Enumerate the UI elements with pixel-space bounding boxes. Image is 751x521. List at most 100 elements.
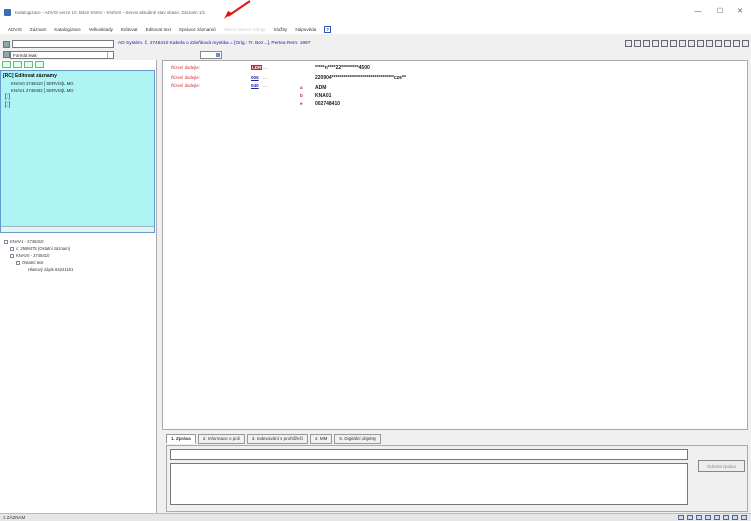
tab-indexovani[interactable]: 3. Indexování v prohlížeči [246,434,308,444]
record-title: AD Systém. č. 2748410 Kabela o Zdeňková … [118,41,311,46]
field-name: Řízení dodejte: [171,83,200,88]
status-icon[interactable] [723,515,729,520]
format-select-label: Formát leak [13,53,37,58]
maximize-button[interactable]: ☐ [710,7,730,17]
menu-hlavni-zdroje[interactable]: Hlavní datové zdroje [224,27,266,32]
menu-spravce-zaznamu[interactable]: Správce záznamů [179,27,216,32]
left-tab-2[interactable] [13,61,22,68]
tab-zprava[interactable]: 1. Zpráva [166,434,196,444]
tab-mm[interactable]: 4. MM [309,434,333,444]
status-icon[interactable] [741,515,747,520]
field-value[interactable]: *****n****22*********4500 [315,65,370,71]
tree-node[interactable]: Hlasový zápis 64241161 [28,267,73,272]
message-body-field[interactable] [170,463,688,505]
marc-editor[interactable]: Řízení dodejte: LDR .... *****n****22***… [162,60,748,430]
edited-record-item[interactable]: KNAV0 2748410 [ SERVIS]L MO [11,81,74,86]
chevron-down-icon [107,52,113,58]
menu-zaznam[interactable]: Záznam [30,27,47,32]
menu-velkosklady[interactable]: Velkosklady [89,27,113,32]
menu-editovat[interactable]: Editovat [121,27,138,32]
minimize-button[interactable]: — [688,7,708,17]
left-tab-4[interactable] [35,61,44,68]
menu-editovat-text[interactable]: Editovat text [146,27,171,32]
document-icon [10,246,14,251]
close-button[interactable]: ✕ [730,7,750,17]
tool-icon-3[interactable] [643,40,650,47]
edited-records-list: [RC] Editovat záznamy KNAV0 2748410 [ SE… [0,70,155,233]
tree-node[interactable]: KNAV1 - 2748410 [4,239,43,244]
tool-icon-11[interactable] [715,40,722,47]
subfield-value[interactable]: 002748410 [315,101,340,107]
message-panel: Odeslat zprávu [166,445,748,512]
tool-icon-4[interactable] [652,40,659,47]
tool-icon-5[interactable] [661,40,668,47]
tool-icon-1[interactable] [625,40,632,47]
tool-icon-12[interactable] [724,40,731,47]
field-name: Řízení dodejte: [171,75,200,80]
status-text: 1 ZÁZNAM [3,515,26,520]
field-indicators: .... [263,83,269,88]
search-combo[interactable] [12,40,114,48]
right-toolbar [625,40,749,47]
tool-icon-10[interactable] [706,40,713,47]
left-tab-3[interactable] [24,61,33,68]
horizontal-scrollbar[interactable] [1,226,154,232]
tool-icon-7[interactable] [679,40,686,47]
left-panel: [RC] Editovat záznamy KNAV0 2748410 [ SE… [0,60,157,513]
edited-record-item[interactable]: KNAV1 2748432 [ SERVIS]L MO [11,88,74,93]
status-icon[interactable] [714,515,720,520]
app-icon [4,9,11,16]
bracket-marker: [:] [5,94,11,100]
status-icon[interactable] [732,515,738,520]
tool-icon-2[interactable] [634,40,641,47]
title-bar: Katalogizace - ADVIS verze 10. Báze KNAV… [0,0,751,25]
message-subject-field[interactable] [170,449,688,460]
menu-sluzby[interactable]: Služby [274,27,288,32]
send-message-button[interactable]: Odeslat zprávu [698,460,745,472]
status-icon[interactable] [705,515,711,520]
menu-katalogizace[interactable]: Katalogizace [54,27,80,32]
katalogizace-window: Katalogizace - ADVIS verze 10. Báze KNAV… [0,0,751,521]
field-tag[interactable]: 005 [251,75,259,80]
status-icon[interactable] [696,515,702,520]
red-arrow-icon [224,0,251,19]
subfield-code: a [300,85,303,90]
subfield-value[interactable]: ADM [315,85,326,91]
edited-records-title: [RC] Editovat záznamy [3,73,57,79]
status-icons [678,515,747,520]
tool-icon-6[interactable] [670,40,677,47]
tab-digitalni-objekty[interactable]: 5. Digitální objekty [334,434,382,444]
status-icon[interactable] [678,515,684,520]
subfield-code: b [300,93,303,98]
record-icon[interactable] [3,41,10,48]
tool-icon-14[interactable] [742,40,749,47]
field-row-005[interactable]: Řízení dodejte: 005 .... 220904*********… [163,75,749,82]
window-title: Katalogizace - ADVIS verze 10. Báze KNAV… [15,10,206,15]
subfield-value[interactable]: KNA01 [315,93,331,99]
tree-node[interactable]: Ostatní text [16,260,43,265]
field-row-ldr[interactable]: Řízení dodejte: LDR .... *****n****22***… [163,65,749,72]
menu-napoveda[interactable]: Nápověda [295,27,316,32]
field-tag[interactable]: 040 [251,83,259,88]
left-panel-tabs [2,61,44,68]
tool-icon-9[interactable] [697,40,704,47]
bracket-marker: [:] [5,102,11,108]
status-icon[interactable] [687,515,693,520]
bottom-tabs: 1. Zpráva 2. Informace o poli 3. Indexov… [166,434,382,444]
tree-node[interactable]: KNAV0 - 2748410 [10,253,49,258]
tab-informace-o-poli[interactable]: 2. Informace o poli [197,434,245,444]
tool-icon-8[interactable] [688,40,695,47]
tool-icon-13[interactable] [733,40,740,47]
menu-advis[interactable]: ADVIS [8,27,22,32]
left-tab-1[interactable] [2,61,11,68]
status-bar: 1 ZÁZNAM [0,513,751,521]
field-value[interactable]: 220904********************************cz… [315,75,406,81]
field-row-040[interactable]: Řízení dodejte: 040 .... [163,83,749,90]
tree-node[interactable]: c: 2588475 (Ostatní záznam) [10,246,70,251]
field-tag[interactable]: LDR [251,65,263,70]
view-select[interactable] [200,51,222,59]
help-icon[interactable]: ? [324,26,332,33]
document-icon [16,260,20,265]
folder-icon [10,253,14,258]
format-icon[interactable] [3,51,10,58]
